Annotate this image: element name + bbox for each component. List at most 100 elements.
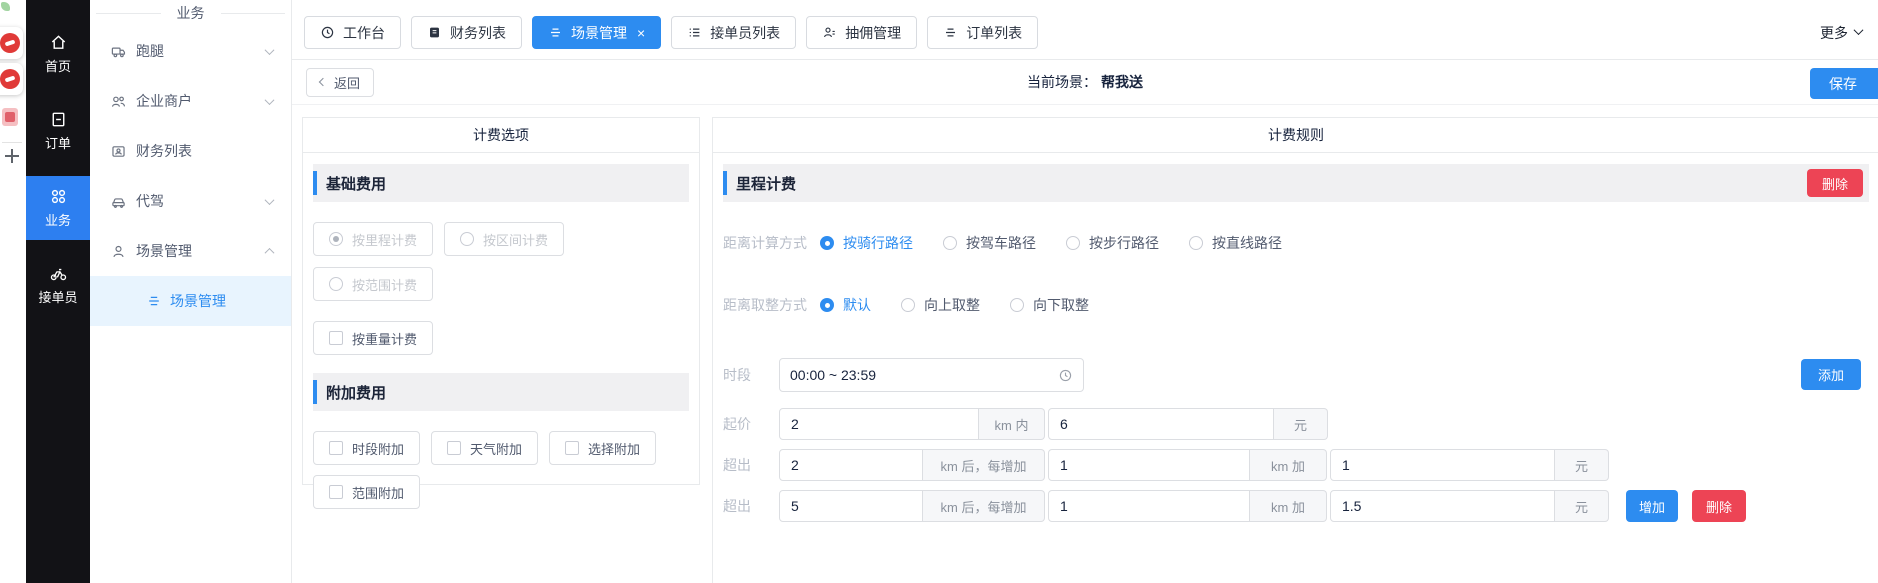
back-button[interactable]: 返回 — [306, 68, 374, 97]
over-distance-input[interactable] — [779, 449, 923, 481]
checkbox-select-surcharge[interactable]: 选择附加 — [549, 431, 656, 465]
fee-row-label: 超出 — [723, 455, 779, 475]
base-distance-input[interactable] — [779, 408, 979, 440]
billing-rules-panel: 计费规则 里程计费 删除 距离计算方式 按骑行路径 — [712, 117, 1878, 583]
distance-rounding-row: 距离取整方式 默认 向上取整 向下取整 — [723, 295, 1869, 315]
plus-icon[interactable] — [5, 149, 19, 163]
list-check-icon — [687, 25, 702, 40]
sidebar-item-business[interactable]: 业务 — [26, 176, 90, 240]
checkbox-label: 选择附加 — [588, 439, 640, 458]
base-fee-checkboxes: 按重量计费 — [313, 321, 689, 355]
per-distance-input[interactable] — [1048, 490, 1250, 522]
per-price-input[interactable] — [1330, 449, 1555, 481]
base-fee-section-header: 基础费用 — [313, 164, 689, 202]
content: 计费选项 基础费用 按里程计费 按区间计费 — [292, 105, 1878, 583]
card-icon — [427, 25, 442, 40]
input-addon: km 后，每增加 — [923, 490, 1045, 522]
checkbox-range-surcharge[interactable]: 范围附加 — [313, 475, 420, 509]
current-scene-label: 当前场景： — [1027, 74, 1097, 90]
user-icon — [110, 243, 127, 260]
tab-finance-list[interactable]: 财务列表 — [411, 16, 522, 49]
pinned-app-tile[interactable] — [0, 27, 23, 59]
tab-order-list[interactable]: 订单列表 — [927, 16, 1038, 49]
checkbox-time-surcharge[interactable]: 时段附加 — [313, 431, 420, 465]
add-tier-button[interactable]: 增加 — [1626, 490, 1678, 522]
radio-driving-route[interactable]: 按驾车路径 — [943, 233, 1036, 253]
save-button[interactable]: 保存 — [1810, 68, 1878, 99]
sidebar-item-orders[interactable]: 订单 — [26, 99, 90, 163]
menu-item-driving[interactable]: 代驾 — [90, 176, 291, 226]
menu-item-label: 企业商户 — [136, 91, 266, 111]
red-stamp-icon[interactable] — [2, 108, 18, 126]
per-distance-input[interactable] — [1048, 449, 1250, 481]
menu-item-scene-management[interactable]: 场景管理 — [90, 226, 291, 276]
radio-walking-route[interactable]: 按步行路径 — [1066, 233, 1159, 253]
delete-tier-button[interactable]: 删除 — [1692, 490, 1746, 522]
menu-subitem-scene-management[interactable]: 场景管理 — [90, 276, 291, 326]
back-label: 返回 — [334, 73, 360, 92]
input-addon: 元 — [1274, 408, 1328, 440]
radio-round-up[interactable]: 向上取整 — [901, 295, 980, 315]
sidebar-item-label: 业务 — [45, 210, 71, 229]
checkbox-icon — [329, 441, 343, 455]
checkbox-weather-surcharge[interactable]: 天气附加 — [431, 431, 538, 465]
distance-calc-label: 距离计算方式 — [723, 233, 807, 253]
tab-scene-management[interactable]: 场景管理 × — [532, 16, 661, 49]
radio-interval-billing[interactable]: 按区间计费 — [444, 222, 564, 256]
radio-riding-route[interactable]: 按骑行路径 — [820, 233, 913, 253]
tab-commission-management[interactable]: 抽佣管理 — [806, 16, 917, 49]
red-badge-icon — [0, 69, 20, 89]
checkbox-weight-billing[interactable]: 按重量计费 — [313, 321, 433, 355]
menu-item-enterprise[interactable]: 企业商户 — [90, 76, 291, 126]
time-range-input[interactable] — [790, 367, 1058, 383]
panel-title: 计费选项 — [303, 118, 699, 153]
section-title: 里程计费 — [736, 173, 796, 194]
radio-label: 默认 — [843, 295, 871, 315]
menu-item-label: 场景管理 — [136, 241, 266, 261]
order-icon — [49, 110, 68, 129]
chevron-down-icon — [1854, 25, 1864, 35]
checkbox-label: 时段附加 — [352, 439, 404, 458]
radio-range-billing[interactable]: 按范围计费 — [313, 267, 433, 301]
input-addon: km 加 — [1250, 449, 1327, 481]
delete-rule-button[interactable]: 删除 — [1807, 169, 1863, 197]
menu-item-finance[interactable]: 财务列表 — [90, 126, 291, 176]
divider — [2, 142, 22, 143]
current-scene: 当前场景：帮我送 — [1027, 72, 1143, 92]
panel-body: 基础费用 按里程计费 按区间计费 按范围计费 — [303, 153, 699, 520]
distance-rounding-label: 距离取整方式 — [723, 295, 807, 315]
apps-icon — [49, 187, 68, 206]
base-price-input[interactable] — [1048, 408, 1274, 440]
input-addon: km 后，每增加 — [923, 449, 1045, 481]
fee-row-label: 超出 — [723, 496, 779, 516]
menu-item-label: 跑腿 — [136, 41, 266, 61]
sidebar-item-couriers[interactable]: 接单员 — [26, 253, 90, 317]
panel-title: 计费规则 — [713, 118, 1878, 153]
input-group: km 加 — [1048, 490, 1327, 522]
over-distance-input[interactable] — [779, 490, 923, 522]
fee-row-base: 起价 km 内 元 — [723, 408, 1869, 440]
more-dropdown[interactable]: 更多 — [1820, 23, 1862, 43]
radio-mileage-billing[interactable]: 按里程计费 — [313, 222, 433, 256]
main-area: 工作台 财务列表 场景管理 × 接单员列表 — [292, 0, 1878, 583]
radio-default-rounding[interactable]: 默认 — [820, 295, 871, 315]
radio-icon — [460, 232, 474, 246]
input-addon: km 加 — [1250, 490, 1327, 522]
tab-label: 财务列表 — [450, 23, 506, 43]
per-price-input[interactable] — [1330, 490, 1555, 522]
tab-label: 抽佣管理 — [845, 23, 901, 43]
add-time-range-button[interactable]: 添加 — [1801, 359, 1861, 390]
radio-straight-route[interactable]: 按直线路径 — [1189, 233, 1282, 253]
mileage-billing-section-header: 里程计费 删除 — [723, 164, 1869, 202]
close-icon[interactable]: × — [637, 26, 645, 40]
tab-courier-list[interactable]: 接单员列表 — [671, 16, 796, 49]
input-addon: 元 — [1555, 490, 1609, 522]
tab-workbench[interactable]: 工作台 — [304, 16, 401, 49]
radio-round-down[interactable]: 向下取整 — [1010, 295, 1089, 315]
radio-label: 向下取整 — [1033, 295, 1089, 315]
menu-item-errand[interactable]: 跑腿 — [90, 26, 291, 76]
sidebar-item-home[interactable]: 首页 — [26, 22, 90, 86]
time-range-picker[interactable] — [779, 358, 1084, 392]
radio-label: 按步行路径 — [1089, 233, 1159, 253]
pinned-app-tile[interactable] — [0, 63, 23, 95]
